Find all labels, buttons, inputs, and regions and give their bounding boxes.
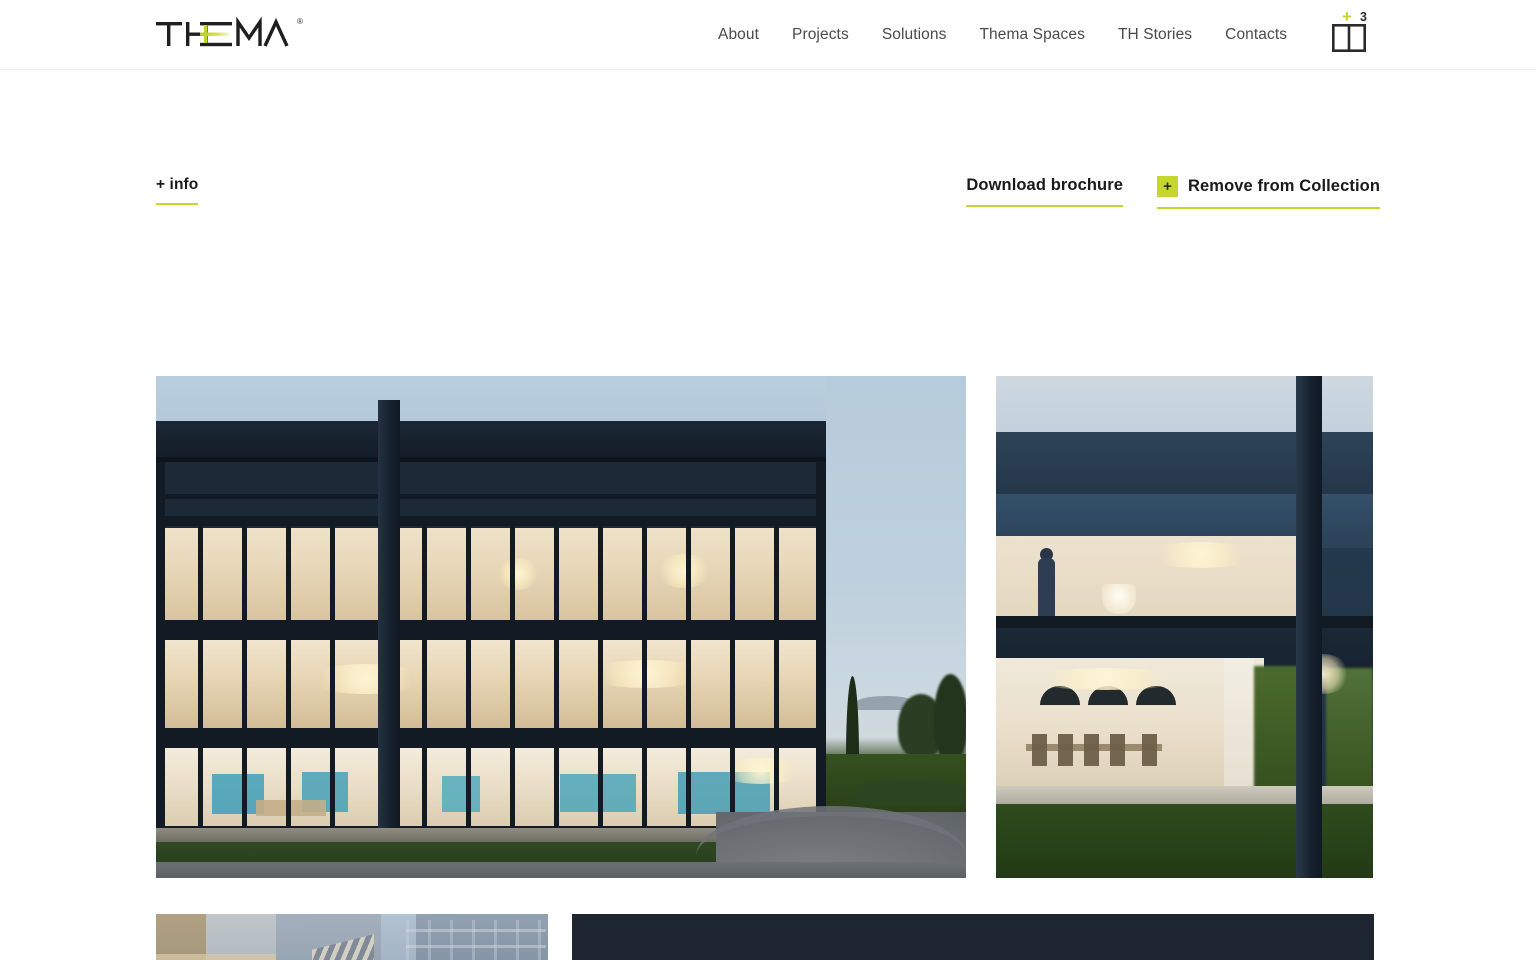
more-info-link[interactable]: + info [156, 176, 199, 205]
image-content [996, 376, 1373, 878]
nav-item-th-stories[interactable]: TH Stories [1118, 26, 1192, 44]
thema-logotype-icon [156, 16, 289, 47]
remove-from-collection-button[interactable]: + Remove from Collection [1157, 176, 1380, 209]
download-brochure-link[interactable]: Download brochure [966, 176, 1124, 207]
project-actions-group: Download brochure + Remove from Collecti… [966, 176, 1380, 209]
project-image-main-facade[interactable] [156, 376, 966, 878]
project-image-interior-window[interactable] [996, 376, 1373, 878]
collection-count-badge: 3 [1360, 10, 1367, 24]
nav-item-thema-spaces[interactable]: Thema Spaces [979, 26, 1084, 44]
main-navigation: About Projects Solutions Thema Spaces TH… [718, 0, 1287, 70]
remove-from-collection-label: Remove from Collection [1188, 177, 1380, 195]
image-content [156, 914, 548, 960]
image-content [572, 914, 1374, 960]
nav-item-projects[interactable]: Projects [792, 26, 849, 44]
nav-item-solutions[interactable]: Solutions [882, 26, 947, 44]
registered-trademark-symbol: ® [297, 17, 303, 26]
brand-logo[interactable]: ® [156, 16, 303, 52]
collection-plus-icon: + [1342, 7, 1352, 26]
open-book-icon [1332, 24, 1366, 52]
project-image-facade-detail[interactable] [156, 914, 548, 960]
collection-button[interactable]: + 3 [1332, 8, 1388, 60]
nav-item-about[interactable]: About [718, 26, 759, 44]
nav-item-contacts[interactable]: Contacts [1225, 26, 1287, 44]
project-image-entrance[interactable] [572, 914, 1374, 960]
collection-plus-badge-icon: + [1157, 176, 1179, 197]
image-content [156, 376, 966, 878]
site-header: ® About Projects Solutions Thema Spaces … [0, 0, 1536, 70]
project-action-bar: + info Download brochure + Remove from C… [0, 70, 1536, 209]
